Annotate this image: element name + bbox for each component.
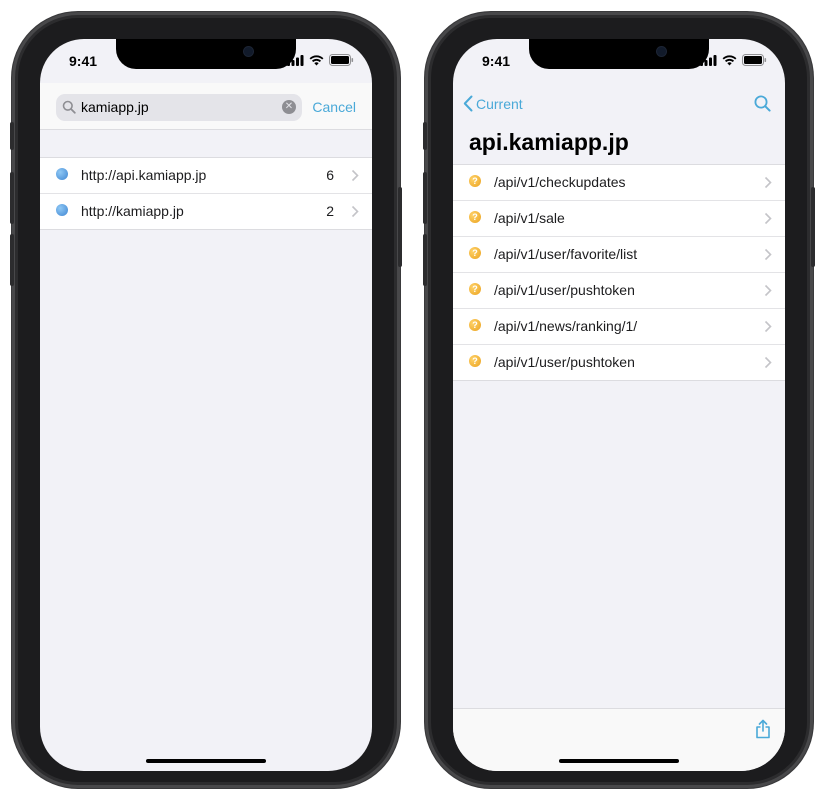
question-icon: ? (469, 355, 481, 367)
endpoint-path: /api/v1/checkupdates (494, 174, 626, 190)
request-count: 2 (326, 203, 334, 219)
list-item[interactable]: ? /api/v1/user/pushtoken (453, 273, 785, 309)
question-icon: ? (469, 319, 481, 331)
back-button-label: Current (476, 95, 523, 112)
wifi-icon (722, 54, 737, 65)
wifi-icon (309, 54, 324, 65)
search-icon (62, 100, 76, 114)
volume-up-button (10, 172, 14, 224)
notch (116, 39, 296, 69)
question-icon: ? (469, 175, 481, 187)
question-icon: ? (469, 211, 481, 223)
status-time: 9:41 (482, 53, 511, 69)
endpoint-path: /api/v1/news/ranking/1/ (494, 318, 638, 334)
notch (529, 39, 709, 69)
status-time: 9:41 (69, 53, 98, 69)
screen-right: 9:41 Current api.kamiapp.jp ? /api/v1/ch… (453, 39, 785, 771)
volume-down-button (423, 234, 427, 286)
endpoint-path: /api/v1/user/pushtoken (494, 282, 635, 298)
back-button[interactable]: Current (463, 95, 523, 112)
search-query-text: kamiapp.jp (81, 99, 149, 115)
page-title: api.kamiapp.jp (469, 129, 629, 155)
silent-switch (10, 122, 14, 150)
endpoint-path: /api/v1/user/favorite/list (494, 246, 638, 262)
host-url: http://kamiapp.jp (81, 203, 184, 219)
chevron-right-icon (764, 248, 772, 261)
volume-up-button (423, 172, 427, 224)
question-icon: ? (469, 247, 481, 259)
phone-frame-left: 9:41 kamiapp.jp ✕ Cancel http://api.kami… (10, 12, 402, 788)
silent-switch (423, 122, 427, 150)
screen-left: 9:41 kamiapp.jp ✕ Cancel http://api.kami… (40, 39, 372, 771)
list-item[interactable]: http://api.kamiapp.jp 6 (40, 158, 372, 194)
volume-down-button (10, 234, 14, 286)
power-button (398, 187, 402, 267)
search-results-list: http://api.kamiapp.jp 6 http://kamiapp.j… (40, 157, 372, 230)
phone-frame-right: 9:41 Current api.kamiapp.jp ? /api/v1/ch… (423, 12, 815, 788)
chevron-right-icon (764, 176, 772, 189)
list-item[interactable]: ? /api/v1/user/pushtoken (453, 345, 785, 380)
clear-icon[interactable]: ✕ (282, 100, 296, 114)
globe-icon (56, 204, 68, 216)
search-icon[interactable] (754, 95, 771, 112)
globe-icon (56, 168, 68, 180)
share-icon[interactable] (755, 719, 771, 739)
host-url: http://api.kamiapp.jp (81, 167, 207, 183)
endpoint-path: /api/v1/sale (494, 210, 565, 226)
battery-icon (742, 54, 767, 66)
home-indicator[interactable] (146, 759, 266, 763)
request-count: 6 (326, 167, 334, 183)
list-item[interactable]: ? /api/v1/checkupdates (453, 165, 785, 201)
battery-icon (329, 54, 354, 66)
chevron-right-icon (764, 356, 772, 369)
list-item[interactable]: ? /api/v1/news/ranking/1/ (453, 309, 785, 345)
front-camera (244, 47, 253, 56)
question-icon: ? (469, 283, 481, 295)
search-input[interactable]: kamiapp.jp ✕ (56, 94, 302, 121)
endpoint-path: /api/v1/user/pushtoken (494, 354, 635, 370)
search-header: kamiapp.jp ✕ Cancel (40, 83, 372, 130)
list-item[interactable]: ? /api/v1/sale (453, 201, 785, 237)
power-button (811, 187, 815, 267)
chevron-right-icon (351, 205, 359, 218)
list-item[interactable]: http://kamiapp.jp 2 (40, 194, 372, 229)
home-indicator[interactable] (559, 759, 679, 763)
chevron-right-icon (764, 284, 772, 297)
cancel-button[interactable]: Cancel (312, 99, 356, 115)
chevron-right-icon (351, 169, 359, 182)
list-item[interactable]: ? /api/v1/user/favorite/list (453, 237, 785, 273)
front-camera (657, 47, 666, 56)
chevron-left-icon (463, 95, 473, 112)
chevron-right-icon (764, 212, 772, 225)
endpoint-list: ? /api/v1/checkupdates ? /api/v1/sale ? … (453, 164, 785, 381)
chevron-right-icon (764, 320, 772, 333)
